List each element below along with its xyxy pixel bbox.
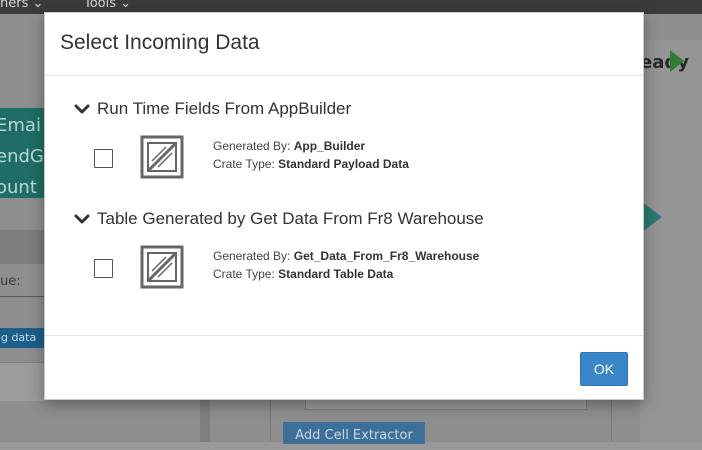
generated-by-line: Generated By: App_Builder [213,139,366,153]
crate-row: Generated By: App_Builder Crate Type: St… [94,135,614,183]
run-arrow-icon[interactable] [670,50,684,72]
section-toggle[interactable]: Table Generated by Get Data From Fr8 War… [73,207,484,231]
crate-meta: Generated By: App_Builder Crate Type: St… [213,137,409,173]
generated-by-value: Get_Data_From_Fr8_Warehouse [293,249,480,263]
section-band [0,230,44,264]
crate-type-value: Standard Payload Data [278,157,409,171]
menu-tools[interactable]: Tools ⌄ [84,0,131,11]
activity-card-line: endG [0,146,44,167]
incoming-data-badge[interactable]: ng data [0,328,44,348]
section-title: Table Generated by Get Data From Fr8 War… [97,209,484,228]
crate-icon [140,245,184,289]
chevron-down-icon [74,214,90,224]
activity-card-line: Emai [0,115,41,136]
divider [200,400,210,442]
crate-icon [140,135,184,179]
add-cell-extractor-button[interactable]: Add Cell Extractor [283,422,425,444]
section-title: Run Time Fields From AppBuilder [97,99,352,118]
value-label: ue: [0,274,21,289]
crate-type-line: Crate Type: Standard Table Data [213,267,394,281]
menu-partners[interactable]: ners ⌄ [0,0,43,11]
ok-button[interactable]: OK [580,352,628,386]
activity-card-line: ount [0,177,37,198]
dialog-header: Select Incoming Data [45,13,643,76]
right-panel [640,40,702,442]
crate-meta: Generated By: Get_Data_From_Fr8_Warehous… [213,247,479,283]
dialog-footer: OK [45,335,643,400]
section-toggle[interactable]: Run Time Fields From AppBuilder [73,97,351,121]
generated-by-line: Generated By: Get_Data_From_Fr8_Warehous… [213,249,480,263]
left-box [0,362,44,401]
generated-by-value: App_Builder [293,139,366,153]
next-arrow-icon[interactable] [642,202,662,232]
select-incoming-data-dialog: Select Incoming Data Run Time Fields Fro… [44,12,644,400]
crate-checkbox[interactable] [94,259,113,278]
crate-type-line: Crate Type: Standard Payload Data [213,157,409,171]
chevron-down-icon [74,104,90,114]
crate-checkbox[interactable] [94,149,113,168]
dialog-title: Select Incoming Data [60,31,260,54]
crate-row: Generated By: Get_Data_From_Fr8_Warehous… [94,245,614,293]
activity-card: Emai endG ount [0,108,44,198]
crate-type-value: Standard Table Data [278,267,394,281]
